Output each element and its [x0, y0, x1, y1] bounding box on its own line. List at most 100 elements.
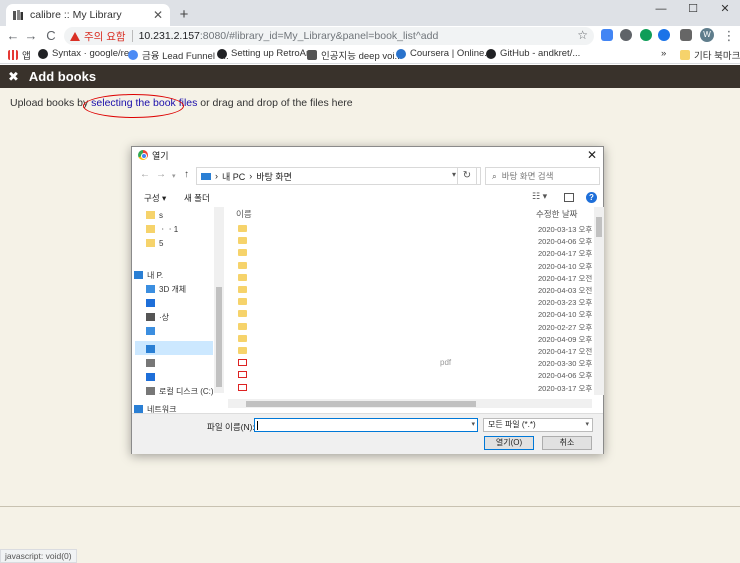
nav-item-pictures[interactable]	[146, 325, 159, 337]
open-button[interactable]: 열기(O)	[484, 436, 534, 450]
nav-item-documents[interactable]: ·상	[146, 311, 169, 323]
extension-icon[interactable]	[620, 29, 632, 41]
new-tab-button[interactable]: +	[176, 6, 192, 23]
back-button[interactable]: ←	[4, 27, 22, 45]
other-bookmarks[interactable]: 기타 북마크	[680, 48, 740, 62]
nav-item[interactable]: s	[146, 209, 163, 221]
view-options-icon[interactable]: ☷ ▾	[532, 191, 547, 202]
help-icon[interactable]: ?	[586, 192, 597, 203]
recent-dropdown-icon[interactable]: ▾	[172, 172, 176, 180]
organize-button[interactable]: 구성 ▾	[144, 192, 166, 204]
file-row[interactable]: 2020-04-17 오전	[230, 345, 592, 357]
chrome-menu-icon[interactable]: ⋮	[720, 27, 738, 45]
nav-item[interactable]: 5	[146, 237, 163, 249]
file-row[interactable]: 2020-04-10 오후	[230, 308, 592, 320]
file-row[interactable]: 2020-04-10 오후	[230, 260, 592, 272]
file-row[interactable]: pdf 2020-03-30 오후	[230, 357, 592, 369]
reload-button[interactable]: C	[42, 27, 60, 45]
dialog-footer: 파일 이름(N): ▾ 모든 파일 (*.*) ▾ 열기(O) 취소	[132, 413, 603, 454]
folder-icon	[238, 261, 247, 269]
tab-close-icon[interactable]: ✕	[152, 8, 164, 22]
coursera-icon	[396, 48, 406, 59]
search-input[interactable]: ⌕ 바탕 화면 검색	[485, 167, 600, 185]
extension-menu-icon[interactable]	[680, 29, 692, 41]
file-row[interactable]: 2020-03-17 오후	[230, 382, 592, 394]
horizontal-scrollbar-thumb[interactable]	[246, 401, 476, 407]
evernote-extension-icon[interactable]	[640, 29, 652, 41]
file-row[interactable]: 2020-04-06 오후	[230, 235, 592, 247]
file-row[interactable]: 2020-04-17 오후	[230, 247, 592, 259]
bookmark-item[interactable]: Syntax · google/re...	[38, 48, 137, 59]
cloud-extension-icon[interactable]	[658, 29, 670, 41]
computer-icon	[134, 271, 143, 279]
video-icon	[146, 359, 155, 367]
bookmark-item[interactable]: GitHub - andkret/...	[486, 48, 580, 59]
nav-item[interactable]: ㆍㆍ1	[146, 223, 178, 235]
tab-strip: calibre :: My Library ✕ + — ☐ ✕	[0, 0, 740, 26]
file-date: 2020-04-09 오후	[538, 334, 593, 344]
filename-dropdown-icon[interactable]: ▾	[471, 419, 475, 431]
cancel-button[interactable]: 취소	[542, 436, 592, 450]
bookmark-item[interactable]: Setting up RetroAr...	[217, 48, 317, 59]
breadcrumb-folder[interactable]: 바탕 화면	[256, 170, 292, 183]
pictures-icon	[146, 327, 155, 335]
minimize-button[interactable]: —	[646, 0, 676, 20]
file-row[interactable]: 2020-03-13 오후	[230, 223, 592, 235]
folder-icon	[238, 237, 247, 245]
address-bar[interactable]: 주의 요함 10.231.2.157 :8080/#library_id=My_…	[64, 27, 594, 45]
up-icon[interactable]: ↑	[184, 169, 189, 180]
folder-icon	[238, 273, 247, 281]
github-icon	[486, 48, 496, 59]
forward-button[interactable]: →	[22, 27, 40, 45]
new-folder-button[interactable]: 새 폴더	[184, 192, 210, 204]
preview-pane-icon[interactable]	[564, 193, 574, 202]
nav-item-music[interactable]	[146, 371, 159, 383]
breadcrumb[interactable]: › 내 PC › 바탕 화면	[196, 167, 481, 185]
bookmark-star-icon[interactable]: ☆	[577, 28, 588, 42]
column-header-date[interactable]: 수정한 날짜	[536, 208, 577, 220]
nav-item-desktop[interactable]	[146, 343, 159, 355]
search-icon: ⌕	[492, 170, 497, 181]
bookmark-label: Syntax · google/re...	[52, 48, 138, 59]
file-row[interactable]: 2020-04-17 오전	[230, 272, 592, 284]
nav-item-videos[interactable]	[146, 357, 159, 369]
file-date: 2020-03-17 오후	[538, 383, 593, 393]
dialog-titlebar: 열기	[132, 147, 603, 163]
calibre-favicon-icon	[12, 9, 24, 21]
bookmarks-overflow-button[interactable]: »	[661, 48, 666, 59]
file-row[interactable]: 2020-04-03 오전	[230, 284, 592, 296]
file-row[interactable]: 2020-04-06 오후	[230, 369, 592, 381]
nav-item-downloads[interactable]	[146, 297, 159, 309]
column-header-name[interactable]: 이름	[236, 208, 252, 220]
security-label[interactable]: 주의 요함	[84, 29, 126, 44]
bookmark-apps[interactable]: 앱	[8, 48, 31, 62]
file-list-scrollbar-thumb[interactable]	[596, 217, 602, 237]
nav-item-this-pc[interactable]: 내 P.	[134, 269, 163, 281]
file-row[interactable]: 2020-04-09 오후	[230, 333, 592, 345]
breadcrumb-root[interactable]: 내 PC	[222, 170, 245, 183]
translate-extension-icon[interactable]	[601, 29, 613, 41]
folder-icon	[238, 249, 247, 257]
refresh-icon[interactable]: ↻	[457, 167, 477, 185]
nav-scrollbar-thumb[interactable]	[216, 287, 222, 387]
nav-item-local-disk[interactable]: 로컬 디스크 (C:)	[146, 385, 214, 397]
filename-label: 파일 이름(N):	[207, 422, 255, 432]
back-icon[interactable]: ←	[140, 169, 150, 180]
bookmark-item[interactable]: 금융 Lead Funnel -...	[128, 48, 229, 62]
nav-item-3d-objects[interactable]: 3D 개체	[146, 283, 186, 295]
search-placeholder: 바탕 화면 검색	[501, 171, 554, 181]
profile-avatar[interactable]: W	[700, 28, 714, 42]
bookmark-item[interactable]: 인공지능 deep voi...	[307, 48, 402, 62]
window-close-button[interactable]: ✕	[710, 0, 740, 20]
file-row[interactable]: 2020-02-27 오후	[230, 321, 592, 333]
file-row[interactable]: 2020-03-23 오후	[230, 296, 592, 308]
forward-icon[interactable]: →	[156, 169, 166, 180]
bookmark-item[interactable]: Coursera | Online...	[396, 48, 492, 59]
filename-input[interactable]: ▾	[254, 418, 478, 432]
maximize-button[interactable]: ☐	[678, 0, 708, 20]
dialog-close-button[interactable]: ✕	[587, 148, 597, 162]
browser-tab[interactable]: calibre :: My Library ✕	[6, 4, 170, 26]
url-host: 10.231.2.157	[138, 30, 200, 42]
close-panel-icon[interactable]: ✖	[8, 69, 19, 85]
file-type-select[interactable]: 모든 파일 (*.*) ▾	[483, 418, 593, 432]
